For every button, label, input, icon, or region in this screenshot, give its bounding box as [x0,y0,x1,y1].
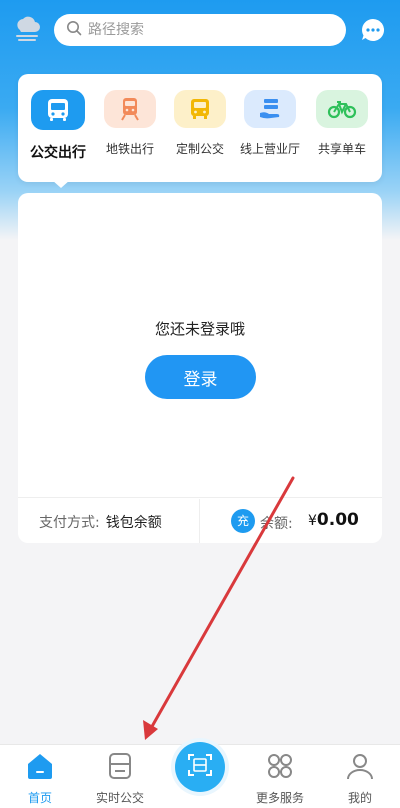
category-bus[interactable]: 公交出行 [20,90,96,162]
custom-bus-icon [174,90,226,128]
search-icon [66,20,82,40]
balance-label: 余额: [260,516,293,532]
divider [199,499,200,543]
payment-method-value: 钱包余额 [105,515,162,531]
tab-label: 更多服务 [255,791,304,805]
message-icon[interactable] [360,17,386,43]
tab-more-services[interactable]: 更多服务 [240,751,320,806]
divider [18,497,382,498]
payment-method-label: 支付方式: [39,515,100,531]
category-bike[interactable]: 共享单车 [304,90,380,157]
category-label: 公交出行 [30,145,86,161]
login-button[interactable]: 登录 [145,355,256,399]
tab-label: 我的 [347,791,372,805]
category-bar: 公交出行 地铁出行 定制公交 线上营业厅 共享单车 [18,74,382,182]
home-icon [25,751,55,781]
bike-icon [316,90,368,128]
subway-icon [104,90,156,128]
realtime-bus-icon [105,751,135,781]
search-bar[interactable] [54,14,346,46]
currency-symbol: ¥ [308,513,317,529]
online-hall-icon [244,90,296,128]
recharge-button[interactable]: 充 [231,509,255,533]
active-category-pointer [52,180,70,188]
category-online-hall[interactable]: 线上营业厅 [232,90,308,157]
tab-label: 首页 [27,791,52,805]
login-notice: 您还未登录哦 [154,320,245,338]
bus-icon [31,90,85,130]
balance-value: ¥0.00 [308,510,359,530]
category-label: 线上营业厅 [239,142,300,156]
category-subway[interactable]: 地铁出行 [92,90,168,157]
category-label: 共享单车 [317,142,366,156]
payment-method[interactable]: 支付方式: 钱包余额 [39,512,162,532]
login-card: 您还未登录哦 登录 支付方式: 钱包余额 充 余额: ¥0.00 [18,193,382,543]
weather-icon[interactable] [12,14,42,46]
tab-realtime-bus[interactable]: 实时公交 [80,751,160,806]
tab-label: 实时公交 [95,791,144,805]
tab-profile[interactable]: 我的 [320,751,400,806]
profile-icon [345,751,375,781]
balance-amount: 0.00 [316,510,359,530]
scan-icon [187,752,213,782]
category-label: 地铁出行 [105,142,154,156]
tab-home[interactable]: 首页 [0,751,80,806]
scan-button[interactable] [175,742,225,792]
search-input[interactable] [88,22,328,38]
top-bar [0,12,400,48]
category-label: 定制公交 [175,142,224,156]
category-custom-bus[interactable]: 定制公交 [162,90,238,157]
more-services-icon [265,751,295,781]
